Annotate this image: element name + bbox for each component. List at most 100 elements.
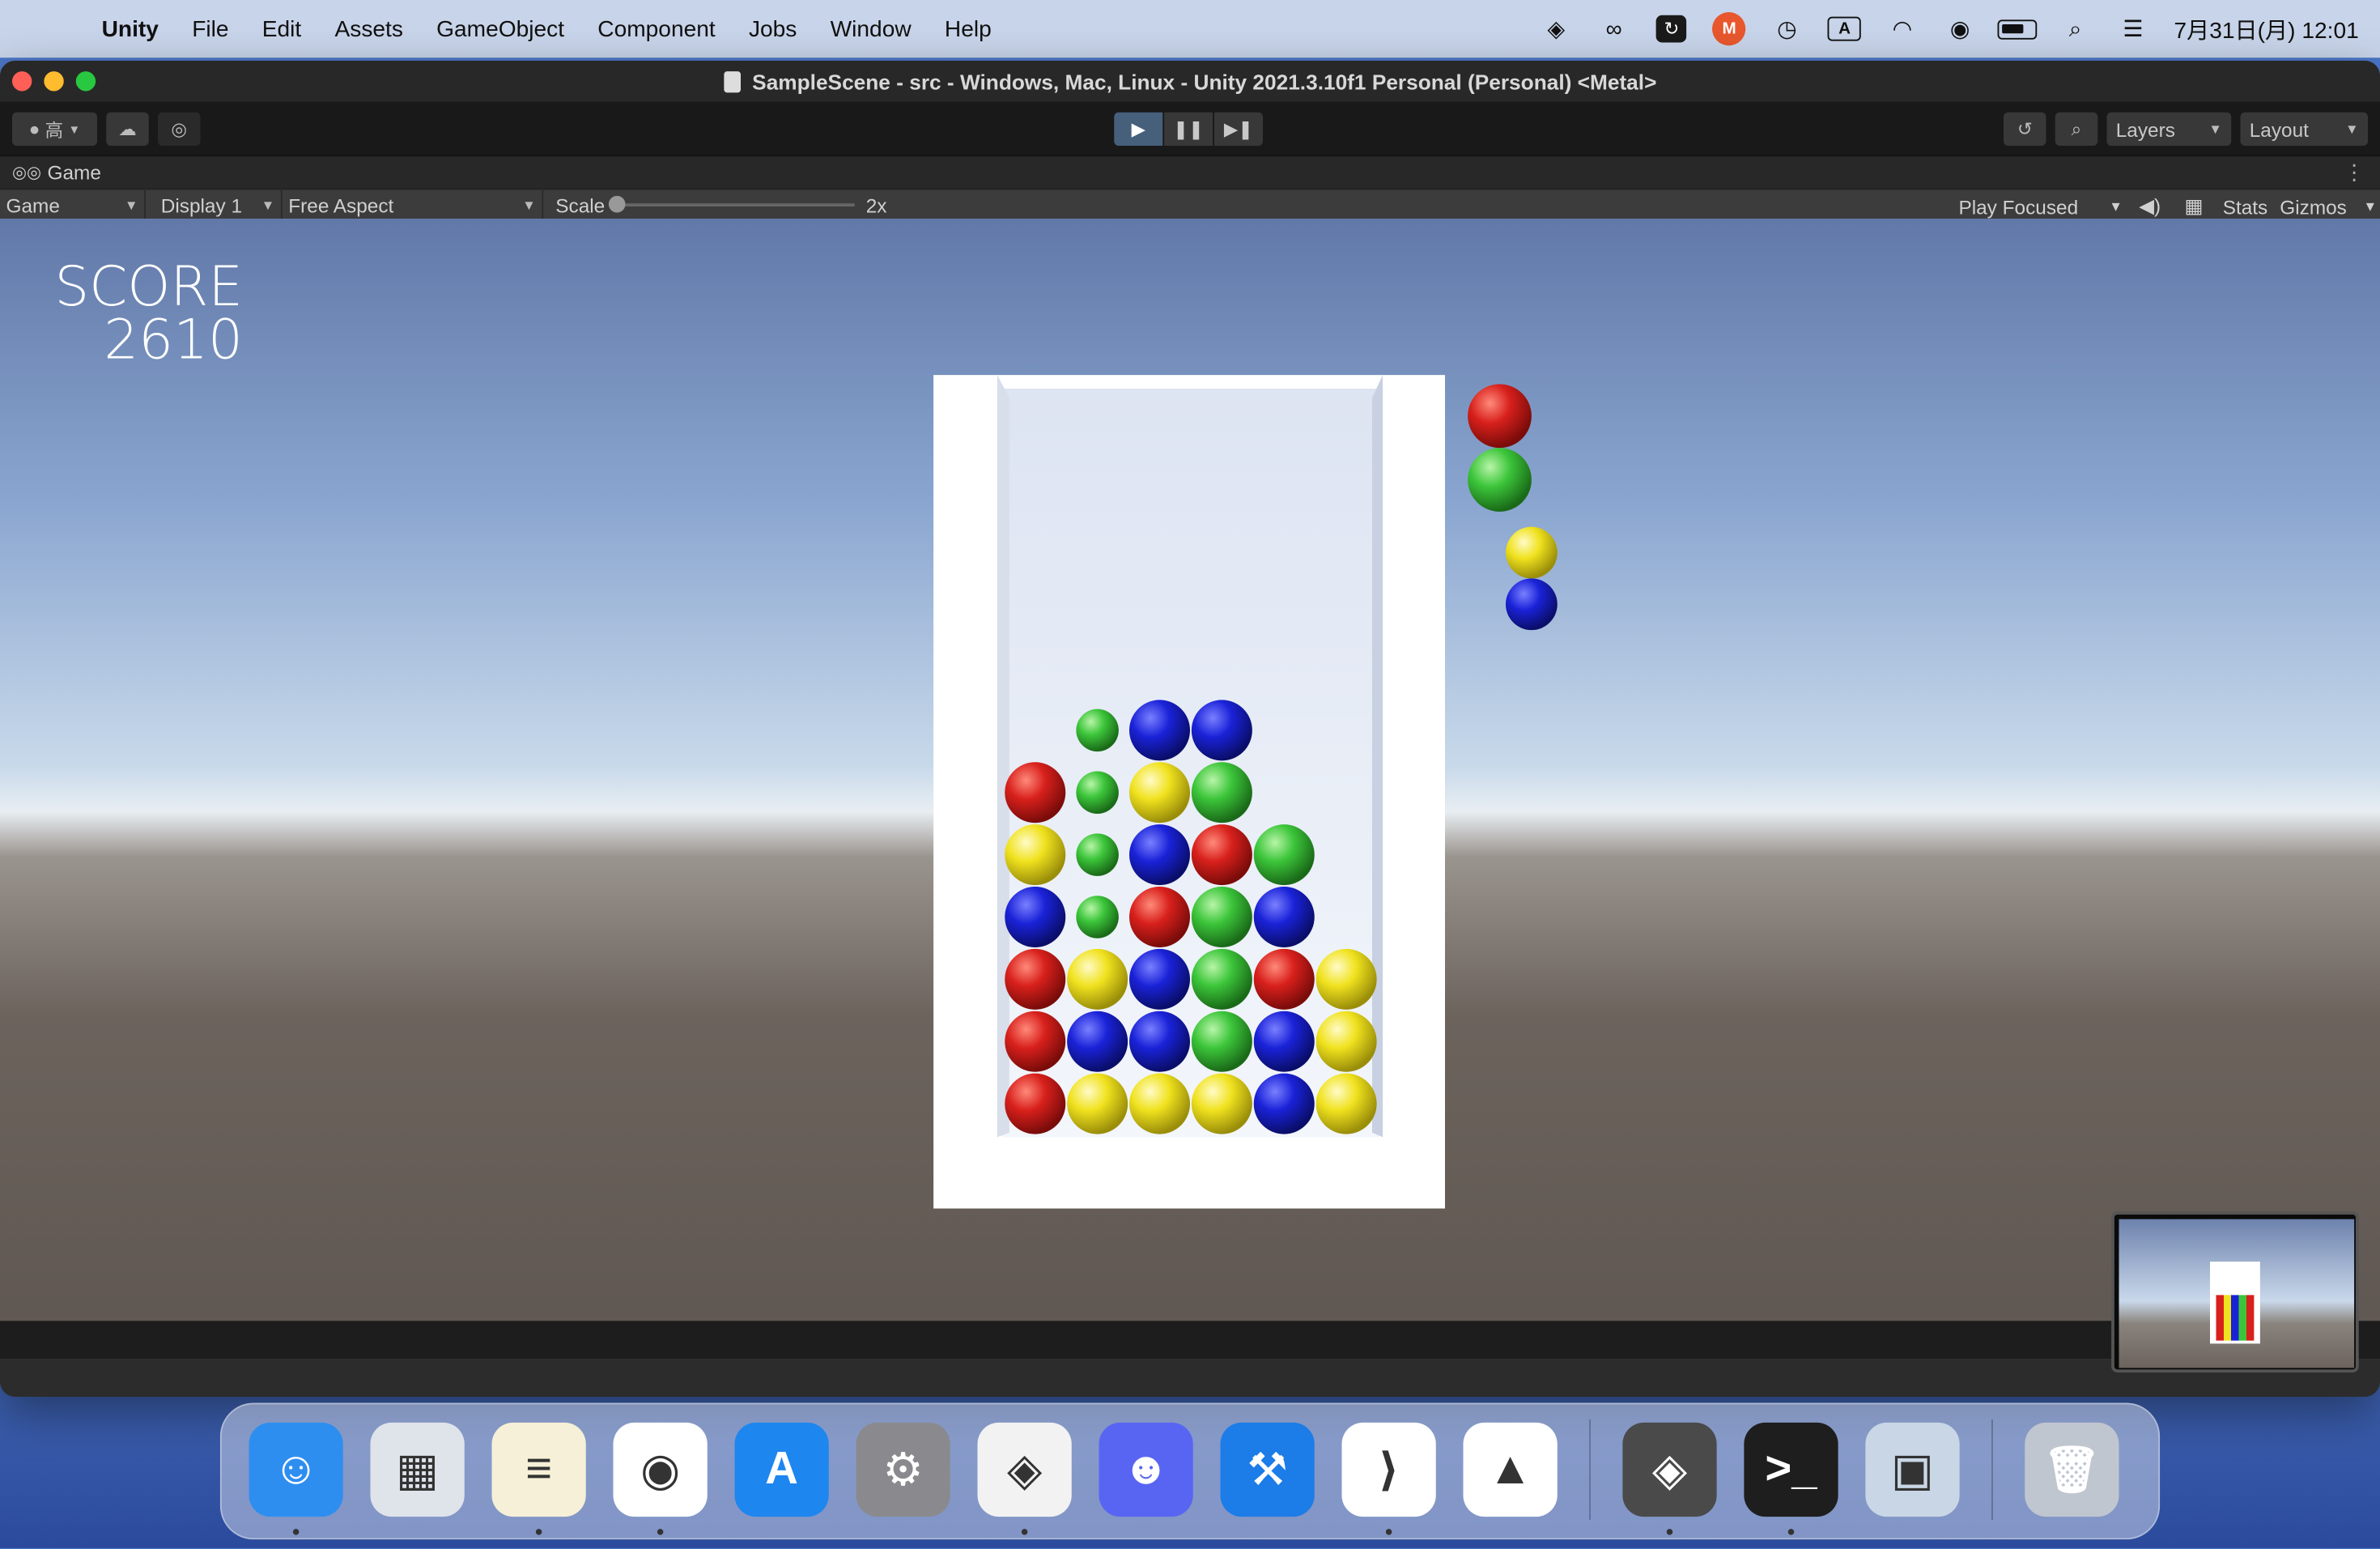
running-indicator xyxy=(1385,1529,1392,1535)
step-button[interactable]: ▶❚ xyxy=(1214,112,1263,146)
dock-app-chrome[interactable]: ◉ xyxy=(600,1416,721,1535)
creative-cloud-icon[interactable]: ∞ xyxy=(1585,0,1643,57)
menu-help[interactable]: Help xyxy=(928,16,1008,42)
game-scene xyxy=(933,375,1558,1209)
dock-app-terminal[interactable]: >_ xyxy=(1731,1416,1852,1535)
green-ball xyxy=(1191,887,1252,947)
red-ball xyxy=(1191,824,1252,886)
pause-button[interactable]: ❚❚ xyxy=(1164,112,1213,146)
battery-icon[interactable] xyxy=(1989,0,2046,57)
menubar-clock[interactable]: 7月31日(月) 12:01 xyxy=(2161,13,2358,45)
next-blue-ball xyxy=(1506,578,1558,631)
layers-dropdown[interactable]: Layers ▼ xyxy=(2106,112,2232,146)
dock-app-system-settings[interactable]: ⚙ xyxy=(843,1416,964,1522)
dock-app-discord[interactable]: ☻ xyxy=(1086,1416,1207,1522)
screen-capture-icon[interactable]: ↻ xyxy=(1643,0,1700,57)
collab-icon: ◎ xyxy=(171,118,188,140)
menu-file[interactable]: File xyxy=(176,16,246,42)
account-dropdown[interactable]: ● 高 ▼ xyxy=(12,112,97,146)
menu-app-name[interactable]: Unity xyxy=(85,16,176,42)
user-icon[interactable]: ◉ xyxy=(1931,0,1988,57)
display-dropdown[interactable]: Display 1 ▼ xyxy=(146,188,283,222)
scale-value: 2x xyxy=(865,194,887,217)
menu-window[interactable]: Window xyxy=(814,16,928,42)
scale-slider[interactable] xyxy=(607,195,854,213)
screen-recording-thumbnail[interactable] xyxy=(2111,1211,2359,1372)
play-button[interactable]: ▶ xyxy=(1114,112,1163,146)
notes-icon: ≡ xyxy=(491,1422,586,1517)
menu-assets[interactable]: Assets xyxy=(318,16,420,42)
green-ball xyxy=(1076,709,1119,752)
yellow-ball xyxy=(1315,1011,1377,1072)
scale-slider-knob[interactable] xyxy=(607,195,625,213)
container-left-bevel xyxy=(997,375,1009,1138)
yellow-ball xyxy=(1191,1073,1252,1134)
chevron-down-icon: ▼ xyxy=(2345,121,2359,137)
running-indicator xyxy=(657,1529,664,1535)
dock-app-vscode[interactable]: ⟩ xyxy=(1328,1416,1450,1535)
aspect-dropdown[interactable]: Free Aspect ▼ xyxy=(283,188,544,222)
tab-game[interactable]: ◎◎ Game xyxy=(12,161,101,184)
view-type-dropdown[interactable]: Game ▼ xyxy=(0,188,146,222)
blue-ball xyxy=(1253,1011,1315,1072)
search-icon: ⌕ xyxy=(2071,117,2082,139)
running-indicator xyxy=(1787,1529,1795,1535)
view-type-label: Game xyxy=(6,194,60,217)
green-ball xyxy=(1076,833,1119,876)
running-indicator xyxy=(1021,1529,1028,1535)
menu-component[interactable]: Component xyxy=(581,16,733,42)
window-title: SampleScene - src - Windows, Mac, Linux … xyxy=(752,69,1657,94)
red-ball xyxy=(1005,1073,1066,1134)
yellow-ball xyxy=(1129,762,1190,823)
launchpad-icon: ▦ xyxy=(370,1422,465,1517)
collab-button[interactable]: ◎ xyxy=(158,112,201,146)
menu-edit[interactable]: Edit xyxy=(245,16,318,42)
system-settings-icon: ⚙ xyxy=(856,1422,950,1517)
unity-hub-icon[interactable]: ◈ xyxy=(1528,0,1585,57)
speaker-icon: ◀) xyxy=(2139,194,2161,218)
minimize-window-button[interactable] xyxy=(44,71,64,91)
chevron-down-icon: ▼ xyxy=(124,197,138,213)
play-mode-label: Play Focused xyxy=(1958,194,2079,219)
finder-icon: ☺ xyxy=(249,1422,343,1517)
layout-label: Layout xyxy=(2249,117,2309,141)
game-view[interactable]: SCORE 2610 xyxy=(0,219,2380,1360)
time-machine-icon[interactable]: ◷ xyxy=(1758,0,1816,57)
chevron-down-icon: ▼ xyxy=(261,197,275,213)
maximize-window-button[interactable] xyxy=(75,71,96,91)
dock-app-unity-hub[interactable]: ◈ xyxy=(964,1416,1086,1535)
red-ball xyxy=(1005,948,1066,1010)
dock-app-app-store[interactable]: A xyxy=(721,1416,843,1522)
dock-app-notes[interactable]: ≡ xyxy=(478,1416,600,1535)
tab-game-label: Game xyxy=(47,160,101,184)
menu-jobs[interactable]: Jobs xyxy=(732,16,814,42)
chevron-down-icon: ▼ xyxy=(68,121,81,136)
control-center-icon[interactable]: ☰ xyxy=(2104,0,2161,57)
menu-gameobject[interactable]: GameObject xyxy=(420,16,581,42)
terminal-icon: >_ xyxy=(1744,1422,1838,1517)
yellow-ball xyxy=(1005,824,1066,886)
dock-app-trash[interactable]: 🗑 xyxy=(2011,1416,2132,1522)
search-button[interactable]: ⌕ xyxy=(2055,112,2098,146)
green-ball xyxy=(1191,1011,1252,1072)
dock-app-finder[interactable]: ☺ xyxy=(236,1416,357,1535)
more-options-icon[interactable]: ⋮ xyxy=(2344,160,2365,185)
traffic-lights xyxy=(12,71,96,91)
dock-app-launchpad[interactable]: ▦ xyxy=(357,1416,478,1522)
wifi-icon[interactable]: ◠ xyxy=(1873,0,1931,57)
game-tab-bar: ◎◎ Game ⋮ xyxy=(0,155,2380,189)
fuse-icon[interactable]: M xyxy=(1700,0,1757,57)
close-window-button[interactable] xyxy=(12,71,32,91)
red-ball xyxy=(1253,948,1315,1010)
layout-dropdown[interactable]: Layout ▼ xyxy=(2240,112,2368,146)
undo-history-button[interactable]: ↺ xyxy=(2004,112,2046,146)
dock-app-android-studio[interactable]: ▲ xyxy=(1450,1416,1571,1522)
dock-app-xcode[interactable]: ⚒ xyxy=(1207,1416,1328,1522)
spotlight-icon[interactable]: ⌕ xyxy=(2046,0,2104,57)
dock-app-unity[interactable]: ◈ xyxy=(1609,1416,1731,1535)
input-source-icon[interactable]: A xyxy=(1816,0,1873,57)
window-titlebar[interactable]: SampleScene - src - Windows, Mac, Linux … xyxy=(0,61,2380,104)
dock-app-preview[interactable]: ▣ xyxy=(1852,1416,1974,1522)
cloud-button[interactable]: ☁ xyxy=(106,112,149,146)
gizmos-label: Gizmos xyxy=(2280,194,2347,219)
